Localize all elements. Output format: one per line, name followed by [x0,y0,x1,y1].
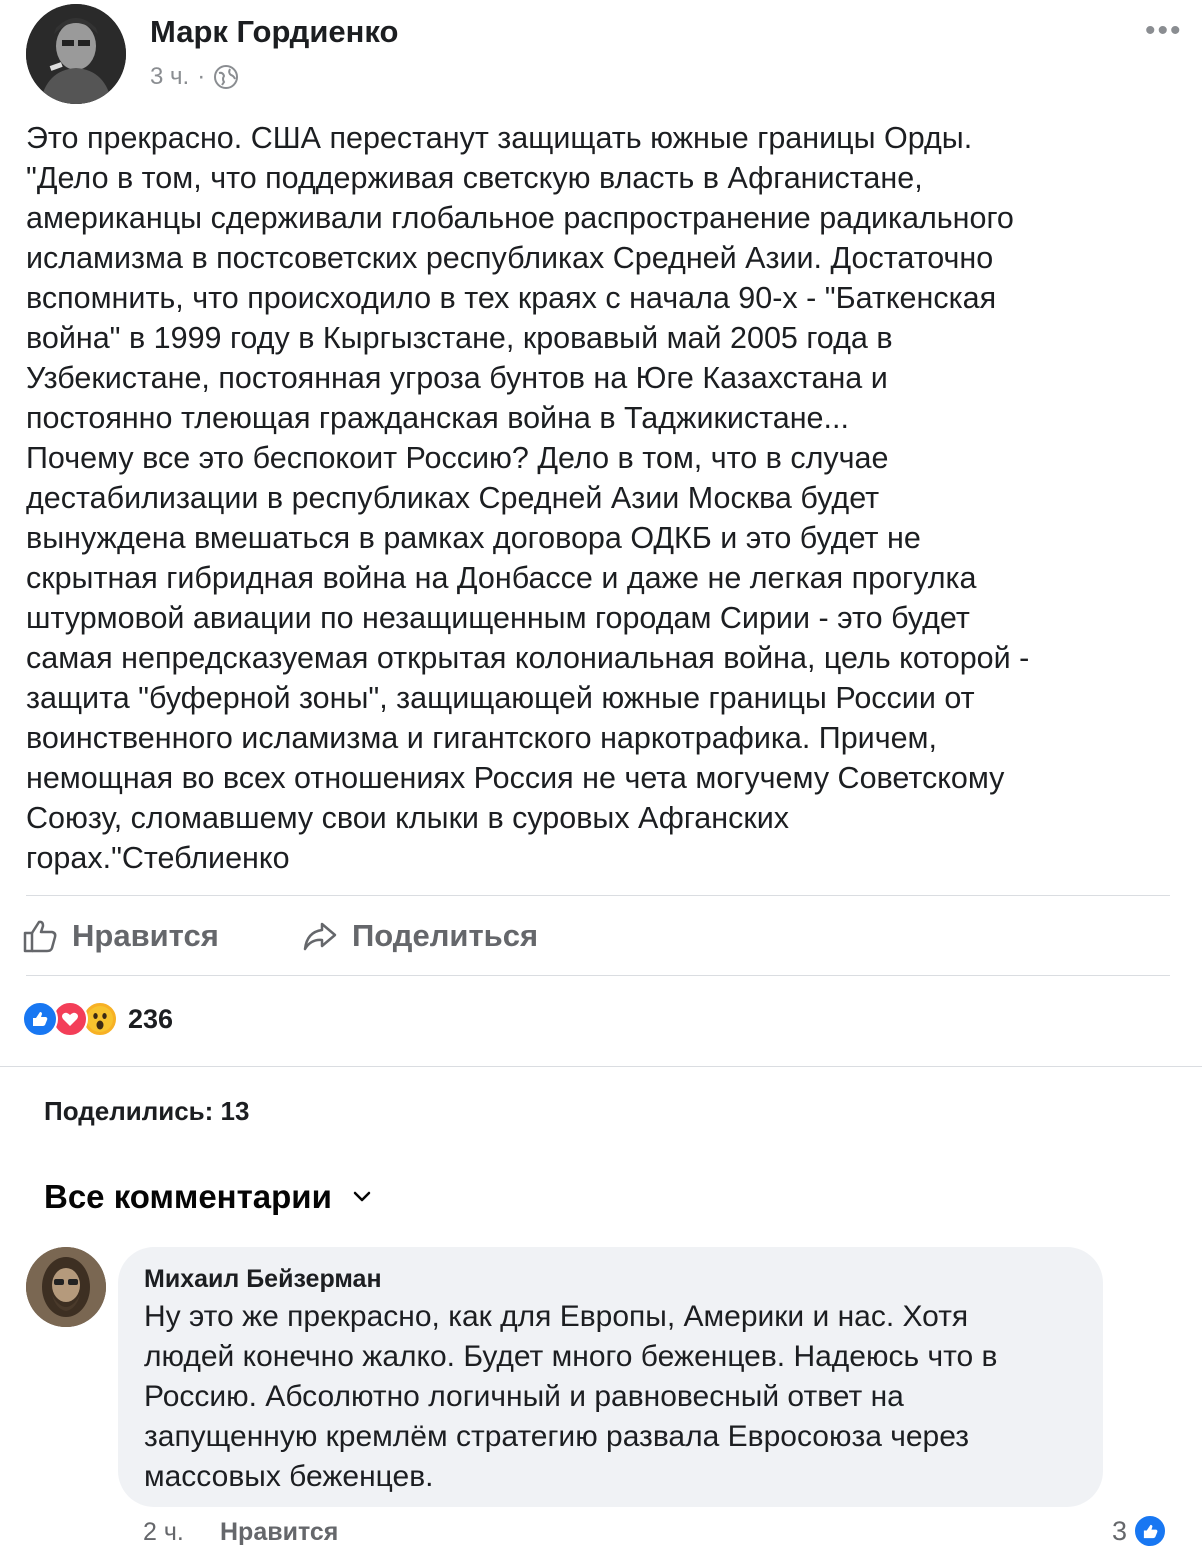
more-options-icon[interactable]: ••• [1145,14,1183,48]
post-text-line: "Дело в том, что поддерживая светскую вл… [26,161,923,195]
comment-reaction-count: 3 [1112,1515,1128,1546]
post-text-line: дестабилизации в республиках Средней Ази… [26,481,880,515]
comment-author-name[interactable]: Михаил Бейзерман [144,1265,382,1294]
comment-text-line: массовых беженцев. [144,1460,434,1493]
post-text-line: вынуждена вмешаться в рамках договора ОД… [26,521,921,555]
comment-text-line: людей конечно жалко. Будет много беженце… [144,1340,998,1373]
share-arrow-icon [303,922,337,951]
post-text-line: Это прекрасно. США перестанут защищать ю… [26,121,973,155]
post-text-line: немощная во всех отношениях Россия не че… [26,761,1005,795]
comment-text: Ну это же прекрасно, как для Европы, Аме… [144,1297,1084,1497]
reaction-count: 236 [128,1003,174,1034]
like-reaction-icon [1133,1514,1168,1548]
thumbs-up-icon [23,920,57,953]
post-author-name[interactable]: Марк Гордиенко [150,14,398,50]
post-text: Это прекрасно. США перестанут защищать ю… [26,118,1176,878]
section-separator [0,1066,1202,1067]
comment-bubble: Михаил Бейзерман Ну это же прекрасно, ка… [118,1247,1103,1507]
comment-like-button[interactable]: Нравится [220,1518,338,1547]
chevron-down-icon [353,1191,371,1202]
post-text-line: горах."Стеблиенко [26,841,290,875]
globe-icon [214,65,239,89]
share-button[interactable]: Поделиться [302,918,538,954]
like-button[interactable]: Нравится [22,918,219,954]
like-reaction-icon [22,1001,58,1037]
divider [26,975,1170,976]
like-label: Нравится [72,918,219,953]
divider [26,895,1170,896]
post-text-line: защита "буферной зоны", защищающей южные… [26,681,975,715]
shares-count[interactable]: Поделились: 13 [44,1096,249,1127]
post-text-line: постоянно тлеющая гражданская война в Та… [26,401,849,435]
post-text-line: Союзу, сломавшему свои клыки в суровых А… [26,801,789,835]
comment-reactions[interactable]: 3 [1112,1514,1168,1548]
post-text-line: исламизма в постсоветских республиках Ср… [26,241,994,275]
post-meta: 3 ч. · [150,63,239,91]
comment-text-line: запущенную кремлём стратегию развала Евр… [144,1420,970,1453]
author-avatar[interactable] [26,4,126,104]
post-time[interactable]: 3 ч. [150,63,189,91]
post-text-line: Почему все это беспокоит Россию? Дело в … [26,441,889,475]
commenter-avatar[interactable] [26,1247,106,1327]
meta-separator: · [197,63,206,90]
post-text-line: Узбекистане, постоянная угроза бунтов на… [26,361,888,395]
post-text-line: воинственного исламизма и гигантского на… [26,721,937,755]
post-text-line: скрытная гибридная война на Донбассе и д… [26,561,977,595]
comments-header-label: Все комментарии [44,1178,332,1215]
post-text-line: штурмовой авиации по незащищенным города… [26,601,970,635]
comment-text-line: Ну это же прекрасно, как для Европы, Аме… [144,1300,969,1333]
comment-text-line: Россию. Абсолютно логичный и равновесный… [144,1380,904,1413]
comments-filter-dropdown[interactable]: Все комментарии [44,1178,372,1216]
comment-time[interactable]: 2 ч. [143,1518,184,1547]
post-text-line: вспомнить, что происходило в тех краях с… [26,281,997,315]
reactions-summary[interactable]: 236 [22,1001,173,1037]
post-text-line: самая непредсказуемая открытая колониаль… [26,641,1030,675]
post-text-line: американцы сдерживали глобальное распрос… [26,201,1014,235]
post-text-line: война" в 1999 году в Кыргызстане, кровав… [26,321,893,355]
share-label: Поделиться [352,918,539,953]
